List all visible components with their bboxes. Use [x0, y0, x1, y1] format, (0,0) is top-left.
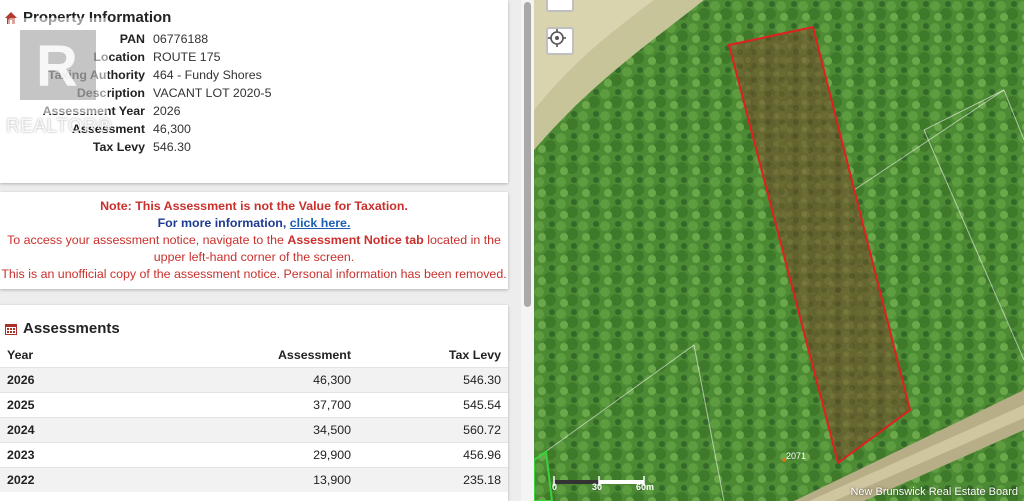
info-value: ROUTE 175 [153, 50, 221, 64]
info-label: Assessment Year [42, 104, 145, 118]
info-value: 06776188 [153, 32, 209, 46]
table-row: 2024 34,500 560.72 [0, 417, 508, 442]
cell-assessment: 29,900 [313, 447, 351, 462]
scale-label: 30 [592, 482, 603, 492]
info-label: Description [76, 86, 145, 100]
scale-label: 0 [552, 482, 558, 492]
property-info-heading: Property Information [0, 0, 508, 26]
map-view[interactable]: 0 30 60m 2071 New Brunswick Real Estate … [534, 0, 1024, 501]
assessments-title: Assessments [23, 320, 120, 337]
info-row-taxing-authority: Taxing Authority 464 - Fundy Shores [0, 66, 508, 84]
note-instructions: To access your assessment notice, naviga… [0, 232, 508, 266]
note-instructions-prefix: To access your assessment notice, naviga… [7, 233, 288, 247]
parcel-number-label: 2071 [786, 451, 807, 461]
assessments-table: Year Assessment Tax Levy 2026 46,300 546… [0, 343, 508, 492]
cell-tax-levy: 546.30 [463, 372, 501, 387]
info-value: VACANT LOT 2020-5 [153, 86, 272, 100]
cell-year: 2024 [7, 422, 35, 437]
cell-assessment: 34,500 [313, 422, 351, 437]
col-header-assessment[interactable]: Assessment [120, 343, 358, 367]
info-row-pan: PAN 06776188 [0, 30, 508, 48]
panel-scrollbar[interactable] [521, 0, 534, 501]
col-header-tax-levy[interactable]: Tax Levy [358, 343, 508, 367]
cell-tax-levy: 235.18 [463, 472, 501, 487]
scale-label: 60m [636, 482, 655, 492]
info-row-assessment: Assessment 46,300 [0, 120, 508, 138]
cell-tax-levy: 456.96 [463, 447, 501, 462]
click-here-link[interactable]: click here. [290, 216, 351, 230]
info-label: Location [93, 50, 145, 64]
table-row: 2025 37,700 545.54 [0, 392, 508, 417]
info-value: 2026 [153, 104, 181, 118]
table-row: 2026 46,300 546.30 [0, 367, 508, 392]
info-label: PAN [119, 32, 145, 46]
cell-assessment: 13,900 [313, 472, 351, 487]
table-row: 2022 13,900 235.18 [0, 467, 508, 492]
table-row: 2023 29,900 456.96 [0, 442, 508, 467]
property-info-title: Property Information [23, 9, 172, 26]
note-more-info-text: For more information, [157, 216, 290, 230]
info-row-assessment-year: Assessment Year 2026 [0, 102, 508, 120]
property-info-card: Property Information PAN 06776188 Locati… [0, 0, 508, 183]
info-value: 464 - Fundy Shores [153, 68, 262, 82]
info-label: Taxing Authority [47, 68, 145, 82]
cell-year: 2026 [7, 372, 35, 387]
info-row-location: Location ROUTE 175 [0, 48, 508, 66]
info-label: Assessment [71, 122, 145, 136]
cell-year: 2023 [7, 447, 35, 462]
table-header-row: Year Assessment Tax Levy [0, 343, 508, 367]
info-value: 46,300 [153, 122, 191, 136]
aerial-map [534, 0, 1024, 501]
calendar-icon [5, 323, 17, 335]
info-label: Tax Levy [92, 140, 145, 154]
assessments-heading: Assessments [0, 305, 508, 343]
home-icon [5, 11, 17, 24]
info-row-description: Description VACANT LOT 2020-5 [0, 84, 508, 102]
col-header-year[interactable]: Year [0, 343, 120, 367]
property-info-rows: PAN 06776188 Location ROUTE 175 Taxing A… [0, 30, 508, 156]
cell-assessment: 46,300 [313, 372, 351, 387]
note-more-info: For more information, click here. [0, 215, 508, 232]
cell-year: 2022 [7, 472, 35, 487]
cell-assessment: 37,700 [313, 397, 351, 412]
note-assessment-notice-tab: Assessment Notice tab [287, 233, 424, 247]
note-heading: Note: This Assessment is not the Value f… [100, 199, 408, 213]
assessments-card: Assessments Year Assessment Tax Levy 202… [0, 305, 508, 501]
cell-year: 2025 [7, 397, 35, 412]
assessment-note-card: Note: This Assessment is not the Value f… [0, 192, 508, 289]
info-value: 546.30 [153, 140, 191, 154]
zoom-out-button[interactable] [546, 0, 574, 12]
map-credit: New Brunswick Real Estate Board [850, 486, 1018, 498]
scrollbar-thumb[interactable] [524, 2, 531, 307]
cell-tax-levy: 560.72 [463, 422, 501, 437]
locate-button[interactable] [546, 27, 574, 55]
crosshair-icon [548, 29, 566, 47]
property-panel: Property Information PAN 06776188 Locati… [0, 0, 534, 501]
info-row-tax-levy: Tax Levy 546.30 [0, 138, 508, 156]
note-disclaimer: This is an unofficial copy of the assess… [1, 267, 507, 281]
cell-tax-levy: 545.54 [463, 397, 501, 412]
